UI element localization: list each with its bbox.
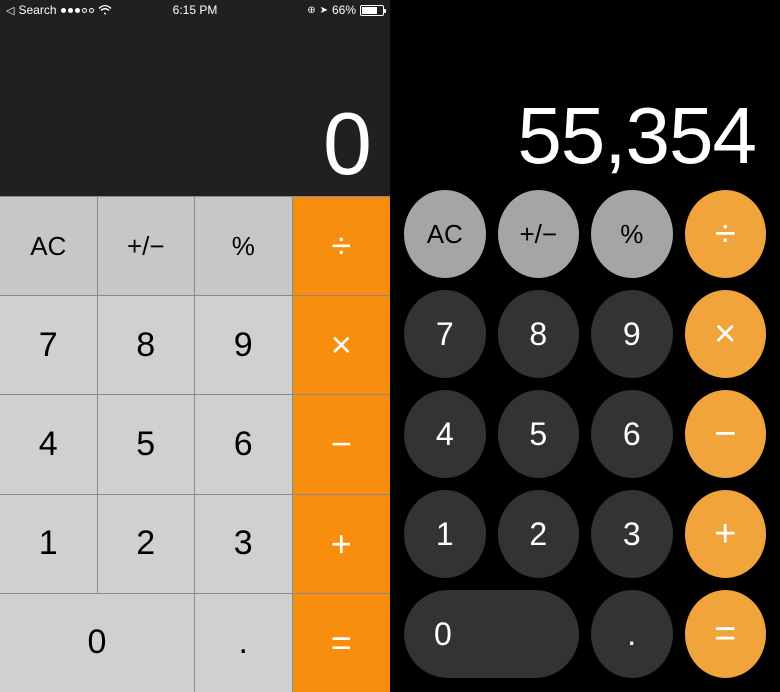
digit-2-button[interactable]: 2: [498, 490, 580, 578]
plus-button[interactable]: +: [293, 494, 391, 593]
digit-6-button[interactable]: 6: [591, 390, 673, 478]
divide-button[interactable]: ÷: [685, 190, 767, 278]
keypad: AC +/− % ÷ 7 8 9 × 4 5 6 − 1 2 3 + 0 . =: [404, 190, 766, 678]
digit-0-button[interactable]: 0: [0, 593, 195, 692]
digit-4-button[interactable]: 4: [404, 390, 486, 478]
orientation-lock-icon: ⊕: [307, 5, 315, 16]
digit-7-button[interactable]: 7: [404, 290, 486, 378]
wifi-icon: [98, 5, 112, 15]
clear-button[interactable]: AC: [404, 190, 486, 278]
calculator-old: ◁ Search 6:15 PM ⊕ ➤ 66% 0 AC +/− % ÷: [0, 0, 390, 692]
signal-dots-icon: [61, 8, 94, 13]
battery-icon: [360, 5, 384, 16]
digit-1-button[interactable]: 1: [0, 494, 98, 593]
display-value: 55,354: [517, 96, 756, 176]
equals-button[interactable]: =: [293, 593, 391, 692]
divide-button[interactable]: ÷: [293, 196, 391, 295]
back-label[interactable]: Search: [18, 3, 56, 17]
digit-8-button[interactable]: 8: [498, 290, 580, 378]
digit-2-button[interactable]: 2: [98, 494, 196, 593]
sign-button[interactable]: +/−: [498, 190, 580, 278]
minus-button[interactable]: −: [293, 394, 391, 493]
digit-7-button[interactable]: 7: [0, 295, 98, 394]
sign-button[interactable]: +/−: [98, 196, 196, 295]
digit-3-button[interactable]: 3: [591, 490, 673, 578]
calculator-new: 55,354 AC +/− % ÷ 7 8 9 × 4 5 6 − 1 2 3 …: [390, 0, 780, 692]
digit-5-button[interactable]: 5: [498, 390, 580, 478]
back-chevron-icon[interactable]: ◁: [6, 4, 14, 17]
display-value: 0: [323, 100, 372, 188]
multiply-button[interactable]: ×: [685, 290, 767, 378]
status-bar: ◁ Search 6:15 PM ⊕ ➤ 66%: [0, 0, 390, 20]
digit-9-button[interactable]: 9: [591, 290, 673, 378]
digit-0-button[interactable]: 0: [404, 590, 579, 678]
percent-button[interactable]: %: [195, 196, 293, 295]
digit-9-button[interactable]: 9: [195, 295, 293, 394]
keypad: AC +/− % ÷ 7 8 9 × 4 5 6 − 1 2 3 + 0 . =: [0, 196, 390, 692]
decimal-button[interactable]: .: [591, 590, 673, 678]
equals-button[interactable]: =: [685, 590, 767, 678]
decimal-button[interactable]: .: [195, 593, 293, 692]
plus-button[interactable]: +: [685, 490, 767, 578]
digit-4-button[interactable]: 4: [0, 394, 98, 493]
display: 55,354: [404, 0, 766, 190]
display: 0: [0, 20, 390, 196]
battery-percent: 66%: [332, 3, 356, 17]
digit-6-button[interactable]: 6: [195, 394, 293, 493]
location-icon: ➤: [320, 5, 328, 16]
digit-8-button[interactable]: 8: [98, 295, 196, 394]
percent-button[interactable]: %: [591, 190, 673, 278]
digit-1-button[interactable]: 1: [404, 490, 486, 578]
digit-3-button[interactable]: 3: [195, 494, 293, 593]
clear-button[interactable]: AC: [0, 196, 98, 295]
digit-5-button[interactable]: 5: [98, 394, 196, 493]
multiply-button[interactable]: ×: [293, 295, 391, 394]
minus-button[interactable]: −: [685, 390, 767, 478]
